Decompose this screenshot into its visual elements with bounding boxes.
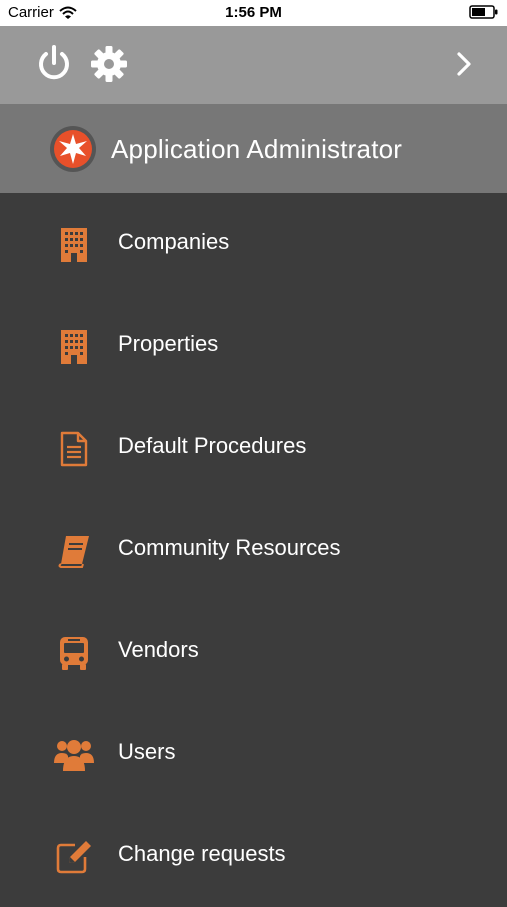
- bus-icon: [54, 633, 94, 673]
- menu-item-label: Vendors: [118, 637, 199, 662]
- menu-item-community-resources[interactable]: Community Resources: [0, 499, 507, 601]
- menu-item-label: Companies: [118, 229, 230, 254]
- user-name: Application Administrator: [111, 134, 403, 164]
- side-menu: Companies Properties Default Procedures …: [0, 193, 507, 907]
- battery-icon: [469, 5, 499, 23]
- menu-item-vendors[interactable]: Vendors: [0, 601, 507, 703]
- settings-gear-icon: [91, 46, 127, 82]
- book-icon: [54, 531, 94, 571]
- user-header[interactable]: Application Administrator: [0, 104, 507, 193]
- status-bar: Carrier 1:56 PM: [0, 0, 507, 26]
- forward-button[interactable]: [442, 42, 486, 86]
- top-toolbar: [0, 26, 507, 104]
- document-icon: [54, 429, 94, 469]
- menu-item-change-requests[interactable]: Change requests: [0, 805, 507, 907]
- menu-item-users[interactable]: Users: [0, 703, 507, 805]
- menu-item-label: Default Procedures: [118, 433, 307, 458]
- edit-icon: [54, 837, 94, 877]
- building-icon: [54, 327, 94, 367]
- menu-item-properties[interactable]: Properties: [0, 295, 507, 397]
- clock: 1:56 PM: [225, 4, 282, 21]
- menu-item-companies[interactable]: Companies: [0, 193, 507, 295]
- settings-button[interactable]: [87, 42, 131, 86]
- app-logo-icon: [50, 126, 96, 172]
- menu-item-label: Change requests: [118, 841, 286, 866]
- menu-item-label: Community Resources: [118, 535, 341, 560]
- menu-item-label: Properties: [118, 331, 219, 356]
- menu-item-default-procedures[interactable]: Default Procedures: [0, 397, 507, 499]
- users-icon: [54, 735, 94, 775]
- building-icon: [54, 225, 94, 265]
- menu-item-label: Users: [118, 739, 176, 764]
- chevron-right-icon: [457, 52, 471, 76]
- power-icon: [39, 45, 69, 80]
- avatar: [49, 125, 97, 173]
- power-button[interactable]: [32, 42, 76, 86]
